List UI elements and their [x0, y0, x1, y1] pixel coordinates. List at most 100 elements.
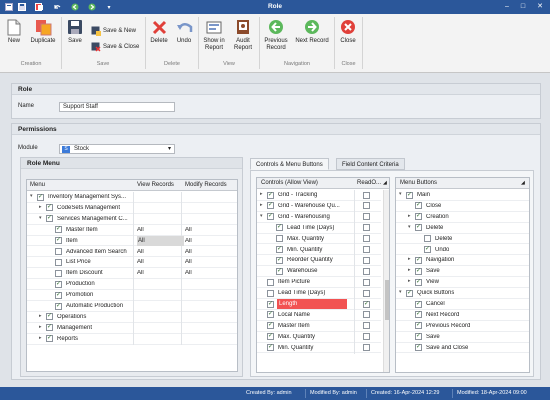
tab-controls-menu-buttons[interactable]: Controls & Menu Buttons	[250, 158, 329, 170]
allow-checkbox[interactable]: ✓	[267, 202, 274, 210]
allow-checkbox[interactable]: ✓	[267, 300, 274, 308]
allow-checkbox[interactable]: ✓	[415, 333, 422, 341]
readonly-checkbox[interactable]	[363, 344, 370, 352]
modify-records-cell[interactable]: All	[185, 227, 192, 233]
tree-row[interactable]: ✓ Warehouse	[257, 266, 381, 278]
allow-checkbox[interactable]: ✓	[46, 215, 53, 223]
readonly-checkbox[interactable]	[363, 267, 370, 275]
allow-checkbox[interactable]: ✓	[276, 246, 283, 253]
tree-row[interactable]: ✓ Master Item	[257, 320, 381, 332]
tree-row[interactable]: ▸ ✓ Navigation	[396, 255, 529, 267]
allow-checkbox[interactable]: ✓	[415, 278, 422, 286]
readonly-checkbox[interactable]	[363, 322, 370, 330]
expand-arrow-icon[interactable]: ▸	[260, 202, 263, 208]
collapse-arrow-icon[interactable]: ▾	[30, 193, 33, 199]
tree-row[interactable]: ✓ Automatic Production	[27, 301, 237, 312]
tree-row[interactable]: ▾ ✓ Main	[396, 190, 529, 201]
allow-checkbox[interactable]	[267, 278, 274, 286]
allow-checkbox[interactable]: ✓	[267, 311, 274, 319]
show-in-report-button[interactable]: Show in Report	[200, 16, 228, 60]
tree-row[interactable]: ▸ ✓ Reports	[27, 333, 237, 345]
readonly-checkbox[interactable]	[363, 289, 370, 297]
modify-records-cell[interactable]: All	[185, 270, 192, 276]
tree-row[interactable]: ▾ ✓ Delete	[396, 223, 529, 234]
tree-row[interactable]: ✓ Item All All	[27, 235, 237, 247]
tree-row[interactable]: ✓ Reorder Quantity	[257, 255, 381, 267]
view-records-cell[interactable]: All	[137, 270, 144, 276]
tree-row[interactable]: ✓ Lead Time (Days)	[257, 222, 381, 234]
allow-checkbox[interactable]: ✓	[267, 344, 274, 352]
allow-checkbox[interactable]	[55, 269, 62, 277]
modify-records-cell[interactable]: All	[185, 259, 192, 265]
readonly-checkbox[interactable]	[363, 278, 370, 286]
allow-checkbox[interactable]: ✓	[415, 322, 422, 330]
tree-row[interactable]: ✓ Max. Quantity	[257, 331, 381, 343]
expand-arrow-icon[interactable]: ▸	[260, 191, 263, 197]
minimize-icon[interactable]: –	[500, 1, 514, 13]
expand-arrow-icon[interactable]: ▸	[408, 267, 411, 273]
allow-checkbox[interactable]: ✓	[55, 291, 62, 299]
tab-field-content-criteria[interactable]: Field Content Criteria	[336, 158, 405, 170]
allow-checkbox[interactable]: ✓	[415, 344, 422, 352]
tree-row[interactable]: ▾ ✓ Inventory Management Sys...	[27, 192, 237, 203]
tree-row[interactable]: ✓ Undo	[396, 245, 529, 256]
expand-arrow-icon[interactable]: ▸	[39, 204, 42, 210]
tree-row[interactable]: ▸ ✓ Grid - Warehouse Qu...	[257, 200, 381, 212]
allow-checkbox[interactable]	[55, 258, 62, 266]
tree-row[interactable]: ✓ Local Name	[257, 309, 381, 321]
tree-row[interactable]: Delete	[396, 234, 529, 245]
allow-checkbox[interactable]: ✓	[46, 335, 53, 343]
allow-checkbox[interactable]: ✓	[415, 202, 422, 210]
maximize-icon[interactable]: □	[516, 1, 530, 13]
readonly-checkbox[interactable]	[363, 333, 370, 341]
tree-row[interactable]: ▸ ✓ Operations	[27, 311, 237, 323]
new-button[interactable]: New	[2, 16, 26, 60]
expand-arrow-icon[interactable]: ▸	[39, 324, 42, 330]
allow-checkbox[interactable]: ✓	[415, 311, 422, 319]
tree-row[interactable]: Item Picture	[257, 277, 381, 289]
allow-checkbox[interactable]: ✓	[267, 333, 274, 341]
close-button[interactable]: Close	[336, 16, 360, 60]
view-records-cell[interactable]: All	[137, 227, 144, 233]
allow-checkbox[interactable]: ✓	[415, 224, 422, 232]
allow-checkbox[interactable]: ✓	[415, 267, 422, 275]
audit-report-button[interactable]: Audit Report	[229, 16, 257, 60]
tree-row[interactable]: ▸ ✓ View	[396, 277, 529, 289]
allow-checkbox[interactable]: ✓	[276, 256, 283, 264]
tree-row[interactable]: ▸ ✓ Save	[396, 266, 529, 278]
allow-checkbox[interactable]: ✓	[55, 226, 62, 234]
modify-records-cell[interactable]: All	[185, 249, 192, 255]
readonly-checkbox[interactable]: ✓	[363, 300, 370, 308]
allow-checkbox[interactable]	[55, 248, 62, 255]
close-window-icon[interactable]: ✕	[533, 1, 547, 13]
tree-row[interactable]: Item Discount All All	[27, 268, 237, 280]
tree-row[interactable]: ▸ ✓ Grid - Tracking	[257, 190, 381, 201]
allow-checkbox[interactable]: ✓	[406, 191, 413, 199]
tree-row[interactable]: Advanced Item Search All All	[27, 246, 237, 258]
tree-row[interactable]: ✓ Save	[396, 332, 529, 343]
allow-checkbox[interactable]: ✓	[46, 313, 53, 321]
expand-arrow-icon[interactable]: ▸	[39, 313, 42, 319]
next-record-button[interactable]: Next Record	[293, 16, 331, 60]
readonly-checkbox[interactable]	[363, 224, 370, 232]
allow-checkbox[interactable]: ✓	[55, 237, 62, 245]
controls-scrollbar[interactable]	[383, 190, 389, 372]
collapse-arrow-icon[interactable]: ▾	[260, 213, 263, 219]
controls-scroll-thumb[interactable]	[385, 280, 389, 320]
tree-row[interactable]: ✓ Production	[27, 279, 237, 291]
allow-checkbox[interactable]: ✓	[55, 280, 62, 288]
tree-row[interactable]: ▸ ✓ Management	[27, 322, 237, 334]
allow-checkbox[interactable]: ✓	[267, 213, 274, 221]
name-field[interactable]: Support Staff	[59, 102, 175, 112]
allow-checkbox[interactable]: ✓	[37, 193, 44, 201]
readonly-checkbox[interactable]	[363, 213, 370, 221]
tree-row[interactable]: ✓ Previous Record	[396, 321, 529, 332]
collapse-arrow-icon[interactable]: ▾	[408, 224, 411, 230]
tree-row[interactable]: Max. Quantity	[257, 233, 381, 245]
previous-record-button[interactable]: Previous Record	[261, 16, 291, 60]
readonly-checkbox[interactable]	[363, 256, 370, 264]
expand-arrow-icon[interactable]: ▸	[39, 335, 42, 341]
tree-row[interactable]: Lead Time (Days)	[257, 288, 381, 300]
tree-row[interactable]: ▸ ✓ CodeSets Management	[27, 202, 237, 214]
allow-checkbox[interactable]	[276, 235, 283, 243]
